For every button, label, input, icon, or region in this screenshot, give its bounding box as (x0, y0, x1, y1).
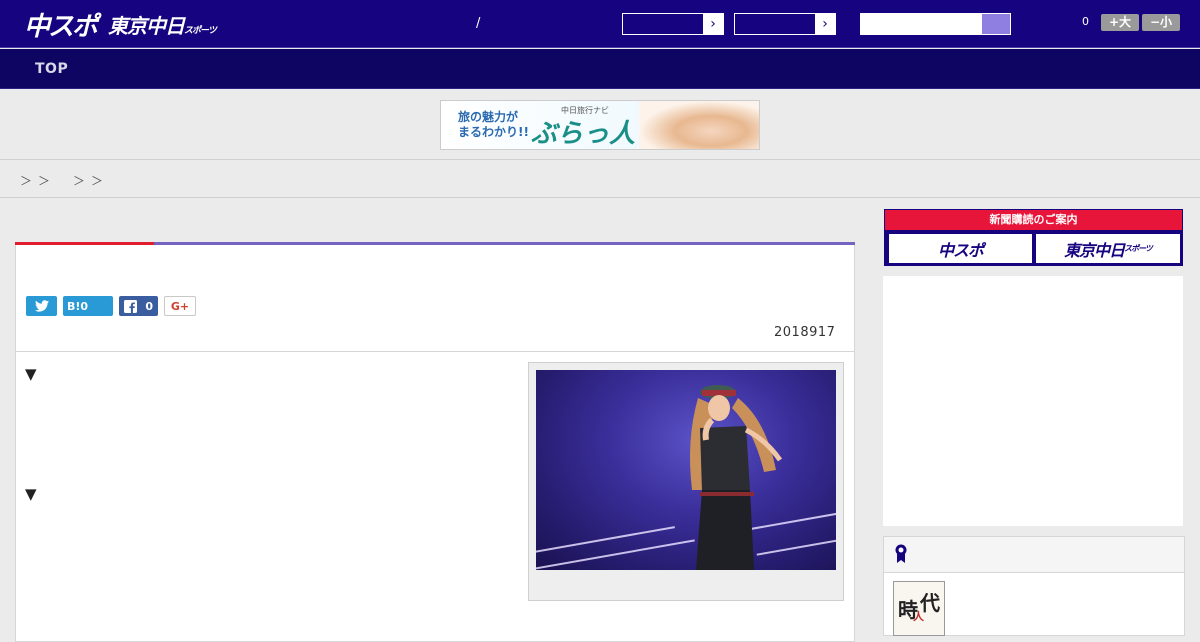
chevron-right-icon: › (815, 14, 835, 34)
subscription-header: 新聞購読のご案内 (885, 210, 1182, 230)
hatena-count: 0 (80, 299, 89, 313)
breadcrumb: ＞ ＞ ＞ ＞ (0, 161, 1200, 198)
search-button[interactable] (982, 14, 1010, 34)
article-top-line-accent (15, 242, 154, 245)
ad-line-1: 旅の魅力が (458, 110, 519, 124)
subscribe-tokyo-small: スポーツ (1124, 244, 1153, 253)
category-select-1[interactable]: › (622, 13, 724, 35)
site-logo[interactable]: 中スポ 東京中日スポーツ (24, 6, 217, 43)
book-title-small: 人 (913, 610, 924, 623)
sidebar-ad-slot[interactable] (883, 276, 1183, 526)
font-smaller-button[interactable]: −小 (1142, 14, 1180, 31)
chevron-right-icon: › (703, 14, 723, 34)
breadcrumb-separator: ＞ (91, 174, 104, 188)
travel-ad-banner[interactable]: 旅の魅力が まるわかり!! 中日旅行ナビ ぶらっ人 (440, 100, 760, 150)
twitter-icon (34, 300, 49, 312)
article-divider (15, 351, 855, 352)
font-bigger-button[interactable]: +大 (1101, 14, 1139, 31)
facebook-share-button[interactable]: 0 (119, 296, 158, 316)
twitter-share-button[interactable] (26, 296, 57, 316)
font-size-count: 0 (1082, 15, 1089, 28)
bullet-triangle-icon: ▼ (25, 485, 37, 503)
category-select-2[interactable]: › (734, 13, 836, 35)
bullet-triangle-icon: ▼ (25, 365, 37, 383)
article-date: 2018917 (774, 325, 836, 340)
ad-line-2: まるわかり!! (458, 125, 529, 139)
ranking-medal-icon (895, 544, 907, 563)
ad-band: 旅の魅力が まるわかり!! 中日旅行ナビ ぶらっ人 (0, 90, 1200, 160)
site-header: 中スポ 東京中日スポーツ / › › 0 +大 −小 (0, 0, 1200, 48)
breadcrumb-separator: ＞ (38, 174, 51, 188)
search-input[interactable] (860, 13, 1011, 35)
subscribe-chuspo-button[interactable]: 中スポ (889, 234, 1032, 263)
facebook-icon (124, 299, 137, 313)
logo-tokyo-chunichi[interactable]: 東京中日スポーツ (108, 10, 217, 39)
nav-item-top[interactable]: TOP (35, 61, 68, 77)
article-photo[interactable] (536, 370, 836, 570)
ranking-header (884, 537, 1184, 573)
google-plus-share-button[interactable]: G+ (164, 296, 196, 316)
ad-copy: 旅の魅力が まるわかり!! (458, 110, 529, 140)
ad-model-image (639, 101, 759, 149)
hatena-label: B! (67, 299, 81, 313)
stage-light (536, 526, 675, 556)
breadcrumb-separator: ＞ (20, 174, 33, 188)
logo-tokyo-small: スポーツ (184, 25, 217, 36)
facebook-count: 0 (145, 299, 153, 313)
header-separator: / (476, 16, 481, 31)
subscribe-tokyo-text: 東京中日 (1064, 240, 1125, 260)
performer-silhouette (690, 385, 783, 570)
ad-brand: ぶらっ人 (531, 119, 636, 149)
book-cover-thumbnail[interactable]: 時 代 人 (893, 581, 945, 636)
stage-light (536, 539, 695, 570)
breadcrumb-separator: ＞ (73, 174, 86, 188)
hatena-bookmark-button[interactable]: B! 0 (63, 296, 113, 316)
logo-tokyo-text: 東京中日 (108, 13, 185, 38)
subscription-box: 新聞購読のご案内 中スポ 東京中日 スポーツ (884, 209, 1183, 266)
subscribe-tokyo-chunichi-button[interactable]: 東京中日 スポーツ (1036, 234, 1180, 263)
global-nav: TOP (0, 49, 1200, 89)
logo-chuspo[interactable]: 中スポ (24, 6, 98, 43)
